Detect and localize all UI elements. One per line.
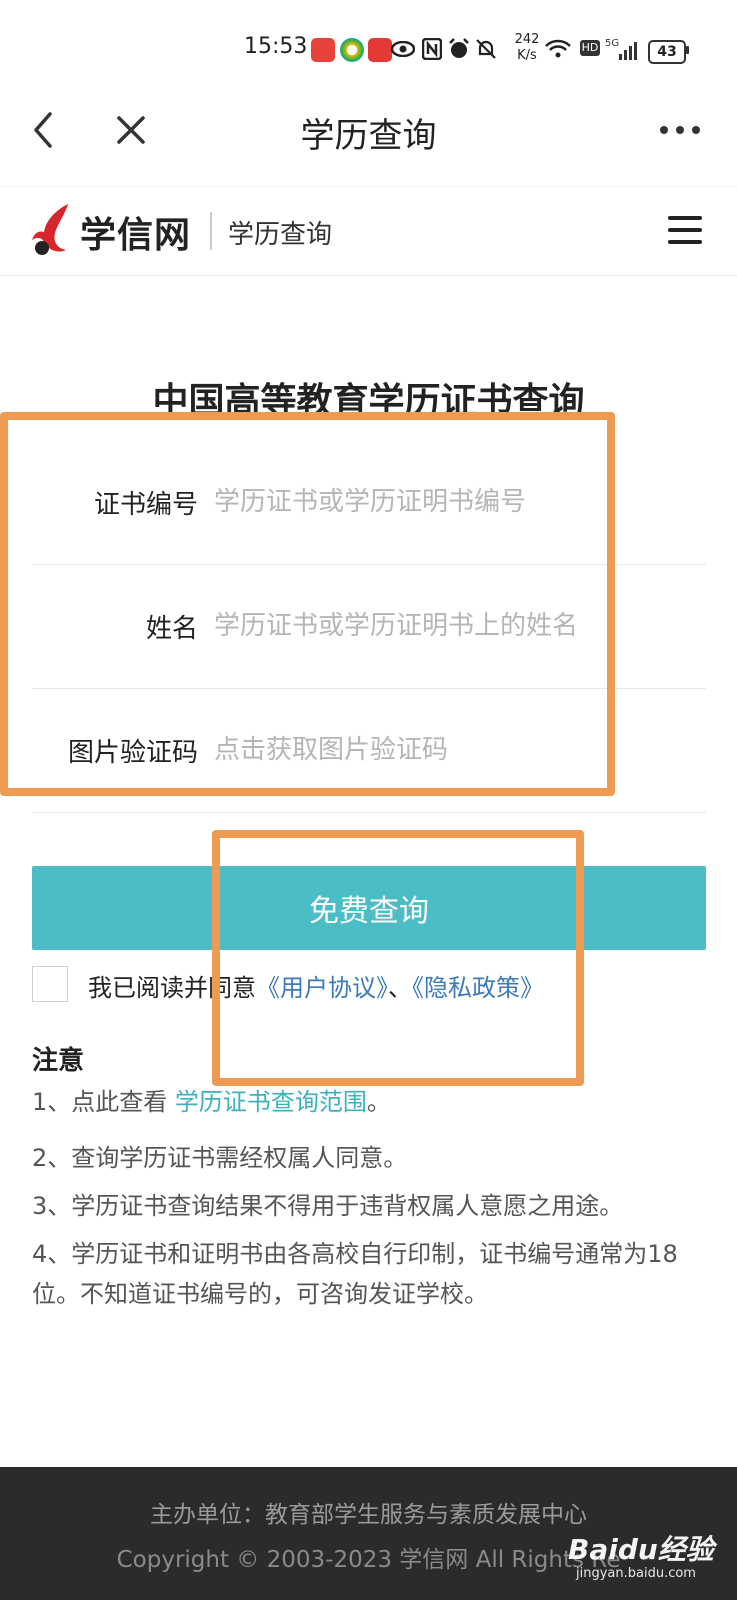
hd-badge: HD (580, 40, 600, 56)
network-speed-unit: K/s (517, 48, 537, 63)
notification-app-icon (311, 38, 335, 62)
signal-label: 5G (605, 38, 620, 49)
watermark-brand: Baidu经验 (568, 1533, 714, 1566)
note-item-1: 1、点此查看 学历证书查询范围。 (32, 1082, 692, 1122)
note-item-4: 4、学历证书和证明书由各高校自行印制，证书编号通常为18位。不知道证书编号的，可… (32, 1240, 678, 1308)
note-1-suffix: 。 (366, 1088, 391, 1116)
annotation-box-query-button (212, 830, 584, 1086)
header-divider (210, 212, 212, 250)
notification-app-icon (368, 38, 392, 62)
notification-app-icon (340, 38, 364, 62)
page-title: 学历查询 (300, 116, 437, 156)
nfc-icon (420, 34, 444, 64)
site-logo-text[interactable]: 学信网 (80, 206, 191, 258)
watermark-url: jingyan.baidu.com (576, 1566, 696, 1581)
signal-icon: 5G (605, 38, 643, 62)
network-speed: 242 K/s (510, 32, 544, 64)
baidu-jingyan-watermark: Baidu经验 jingyan.baidu.com (568, 1520, 728, 1581)
agreement-checkbox[interactable] (32, 966, 68, 1002)
query-scope-link[interactable]: 学历证书查询范围 (175, 1088, 367, 1116)
logo-flame-icon (28, 202, 76, 258)
mute-icon (474, 34, 498, 64)
note-1-prefix: 1、点此查看 (32, 1088, 175, 1116)
hamburger-menu-icon[interactable] (668, 216, 702, 244)
status-time: 15:53 (244, 34, 308, 59)
note-item-3: 3、学历证书查询结果不得用于违背权属人意愿之用途。 (32, 1192, 624, 1220)
annotation-box-form-fields (0, 412, 615, 796)
wifi-icon (544, 34, 572, 64)
battery-tip (686, 46, 689, 54)
notes-title: 注意 (32, 1046, 85, 1076)
close-icon[interactable] (115, 112, 147, 148)
network-speed-value: 242 (514, 32, 540, 47)
battery-icon: 43 (648, 40, 686, 64)
note-item-2: 2、查询学历证书需经权属人同意。 (32, 1144, 408, 1172)
eye-icon (390, 34, 416, 64)
back-icon[interactable] (28, 110, 58, 150)
alarm-icon (447, 34, 471, 64)
site-subtitle: 学历查询 (228, 220, 333, 250)
more-options-icon[interactable] (660, 120, 704, 140)
